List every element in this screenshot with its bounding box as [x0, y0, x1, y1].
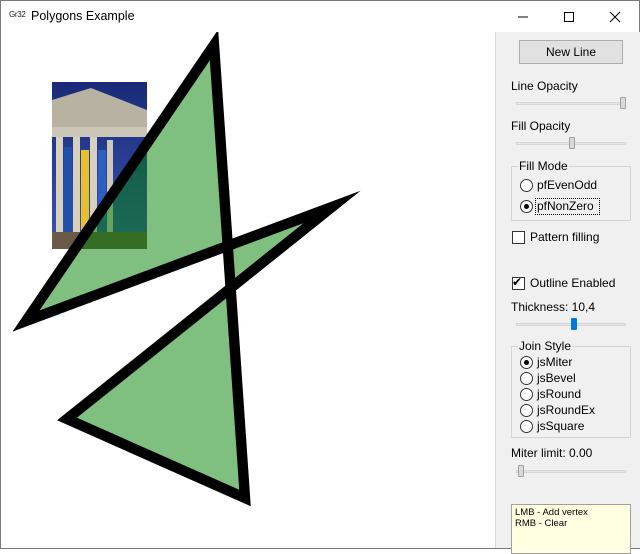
radio-jsroundex-label[interactable]: jsRoundEx — [537, 403, 595, 417]
miter-limit-label: Miter limit: 0.00 — [511, 446, 593, 460]
radio-jsround-label[interactable]: jsRound — [537, 387, 581, 401]
settings-panel: New Line Line Opacity Fill Opacity Fill … — [495, 32, 640, 554]
close-icon — [609, 11, 621, 22]
radio-jssquare[interactable] — [520, 420, 533, 433]
line-opacity-slider-thumb[interactable] — [620, 97, 626, 109]
radio-jssquare-label[interactable]: jsSquare — [537, 419, 584, 433]
outline-enabled-checkbox[interactable]: ✔ — [512, 275, 525, 290]
radio-pfevenodd[interactable] — [520, 179, 533, 192]
title-bar[interactable]: Gr32 Polygons Example — [1, 1, 639, 32]
window-title: Polygons Example — [31, 9, 135, 23]
thickness-label: Thickness: 10,4 — [511, 300, 596, 314]
fill-opacity-label: Fill Opacity — [511, 119, 571, 133]
checkmark-icon: ✔ — [512, 275, 523, 289]
maximize-button[interactable] — [546, 1, 592, 32]
radio-pfevenodd-label[interactable]: pfEvenOdd — [537, 178, 597, 192]
radio-pfnonzero[interactable] — [520, 200, 533, 213]
help-line-lmb: LMB - Add vertex — [515, 507, 588, 518]
miter-limit-slider-thumb[interactable] — [518, 465, 524, 477]
fill-mode-title: Fill Mode — [518, 159, 569, 173]
join-style-group: Join Style jsMiter jsBevel jsRound jsRou… — [511, 339, 631, 438]
outline-enabled-label[interactable]: Outline Enabled — [530, 276, 615, 290]
radio-jsbevel-label[interactable]: jsBevel — [537, 371, 576, 385]
new-line-button[interactable]: New Line — [519, 40, 623, 64]
polygon-drawing — [12, 32, 361, 507]
radio-jsbevel[interactable] — [520, 372, 533, 385]
maximize-icon — [564, 11, 574, 22]
pattern-filling-checkbox[interactable] — [512, 231, 525, 244]
fill-mode-group: Fill Mode pfEvenOdd pfNonZero — [511, 159, 631, 221]
line-opacity-track[interactable] — [516, 102, 626, 105]
app-icon: Gr32 — [9, 10, 26, 19]
radio-jsround[interactable] — [520, 388, 533, 401]
app-window: Gr32 Polygons Example New Line Line Opac… — [0, 0, 640, 554]
drawing-canvas[interactable] — [1, 32, 495, 548]
minimize-icon — [518, 16, 528, 17]
thickness-slider-thumb[interactable] — [571, 318, 577, 330]
radio-pfnonzero-label[interactable]: pfNonZero — [537, 199, 594, 213]
close-button[interactable] — [592, 1, 638, 32]
radio-jsmiter[interactable] — [520, 356, 533, 369]
minimize-button[interactable] — [500, 1, 546, 32]
help-memo: LMB - Add vertex RMB - Clear — [511, 504, 631, 554]
pattern-filling-label[interactable]: Pattern filling — [530, 230, 599, 244]
radio-jsroundex[interactable] — [520, 404, 533, 417]
fill-opacity-slider-thumb[interactable] — [569, 137, 575, 149]
line-opacity-label: Line Opacity — [511, 79, 578, 93]
help-line-rmb: RMB - Clear — [515, 518, 568, 529]
miter-limit-track[interactable] — [516, 470, 626, 473]
join-style-title: Join Style — [518, 339, 573, 353]
radio-jsmiter-label[interactable]: jsMiter — [537, 355, 572, 369]
